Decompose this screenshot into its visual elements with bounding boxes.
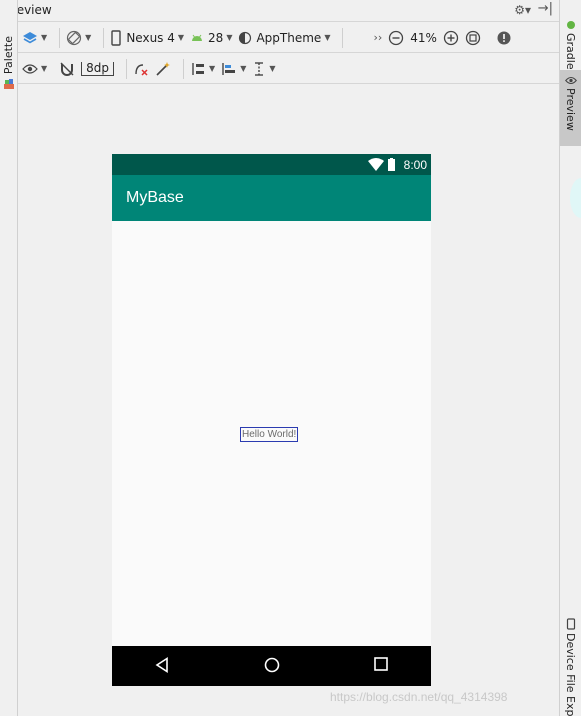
guideline-icon [255, 61, 264, 76]
right-tool-strip: Gradle Preview Device File Expl [559, 0, 581, 716]
chevron-down-icon: ▼ [226, 33, 233, 42]
align-button[interactable]: ▼ [221, 58, 246, 80]
gradle-tab[interactable]: Gradle [560, 20, 581, 70]
hide-panel-icon[interactable]: →| [538, 1, 553, 16]
preview-tab[interactable]: Preview [560, 70, 581, 146]
back-icon[interactable] [155, 657, 169, 673]
chevron-down-icon: ▼ [269, 64, 276, 73]
zoom-out-button[interactable] [388, 27, 404, 49]
align-left-icon [222, 62, 236, 75]
guidelines-button[interactable]: ▼ [252, 58, 276, 80]
api-level: 28 [208, 30, 224, 45]
api-level-selector[interactable]: 28 ▼ [190, 27, 232, 49]
wifi-battery-icon [368, 158, 395, 171]
issues-button[interactable] [497, 27, 511, 49]
phone-icon [111, 29, 122, 46]
home-icon[interactable] [264, 657, 280, 673]
toolbar-divider [59, 27, 61, 48]
android-icon [192, 34, 203, 41]
view-options-button[interactable]: ▼ [22, 58, 47, 80]
theme-selector[interactable]: AppTheme ▼ [238, 27, 330, 49]
warning-icon [497, 31, 511, 44]
device-file-explorer-tab[interactable]: Device File Expl [560, 618, 581, 716]
zoom-out-icon [389, 30, 404, 45]
device-selector[interactable]: Nexus 4 ▼ [110, 27, 184, 49]
device-file-explorer-label: Device File Expl [564, 633, 577, 716]
autoconnect-toggle[interactable] [59, 58, 75, 80]
navigation-bar [112, 646, 431, 686]
toolbar-divider [103, 27, 105, 48]
left-tool-strip: Palette [0, 0, 18, 716]
preview-toolbar-layout: ▼ 8dp ▼ ▼ ▼ [18, 54, 559, 84]
panel-header: Preview ⚙▾ →| [0, 0, 559, 22]
zoom-level: 41% [410, 30, 437, 45]
more-actions-button[interactable]: ›› [373, 27, 382, 49]
gradle-icon [566, 21, 575, 29]
orientation-button[interactable]: ▼ [66, 27, 91, 49]
pack-button[interactable]: ▼ [190, 58, 215, 80]
gradle-tab-label: Gradle [564, 33, 577, 70]
recents-icon[interactable] [374, 657, 388, 671]
device-name: Nexus 4 [126, 30, 175, 45]
chevron-down-icon: ▼ [41, 64, 48, 73]
zoom-in-icon [443, 30, 459, 45]
preview-toolbar-main: ▼ ▼ Nexus 4 ▼ 28 ▼ AppTheme ▼ ›› 41% [18, 23, 559, 53]
clear-constraints-icon [135, 63, 148, 76]
chevron-down-icon: ▼ [324, 33, 331, 42]
preview-tab-label: Preview [564, 88, 577, 131]
zoom-to-fit-button[interactable] [465, 27, 481, 49]
theme-name: AppTheme [256, 30, 322, 45]
clear-constraints-button[interactable] [133, 58, 149, 80]
toolbar-divider [183, 58, 185, 79]
status-bar: 8:00 [112, 154, 431, 175]
toolbar-divider [126, 58, 128, 79]
magnet-off-icon [60, 62, 74, 76]
margin-value: 8dp [81, 61, 115, 76]
pack-icon [192, 62, 205, 75]
design-surface-button[interactable]: ▼ [22, 27, 47, 49]
eye-icon [22, 63, 38, 74]
watermark: https://blog.csdn.net/qq_4314398 [330, 690, 508, 704]
status-time: 8:00 [403, 158, 427, 172]
rotate-icon [67, 30, 82, 45]
eye-icon [564, 76, 577, 85]
palette-icon [4, 79, 14, 89]
settings-gear-icon[interactable]: ⚙▾ [514, 3, 531, 17]
chevron-down-icon: ▼ [85, 33, 92, 42]
theme-icon [239, 31, 252, 44]
chevron-down-icon: ▼ [41, 33, 48, 42]
layers-icon [23, 31, 37, 43]
device-icon [566, 618, 575, 630]
magic-wand-icon [156, 61, 171, 76]
infer-constraints-button[interactable] [155, 58, 171, 80]
palette-tab[interactable]: Palette [2, 36, 15, 74]
toolbar-divider [342, 27, 344, 48]
hello-world-textview[interactable]: Hello World! [240, 427, 299, 442]
zoom-fit-icon [465, 30, 481, 45]
more-actions-label: ›› [373, 31, 383, 44]
chevron-down-icon: ▼ [209, 64, 216, 73]
chevron-down-icon: ▼ [177, 33, 185, 42]
app-title: MyBase [126, 189, 184, 206]
default-margin-selector[interactable]: 8dp [81, 58, 115, 80]
app-bar: MyBase [112, 175, 431, 221]
chevron-down-icon: ▼ [240, 64, 247, 73]
device-preview[interactable]: 8:00 MyBase Hello World! [112, 154, 431, 686]
zoom-in-button[interactable] [443, 27, 459, 49]
